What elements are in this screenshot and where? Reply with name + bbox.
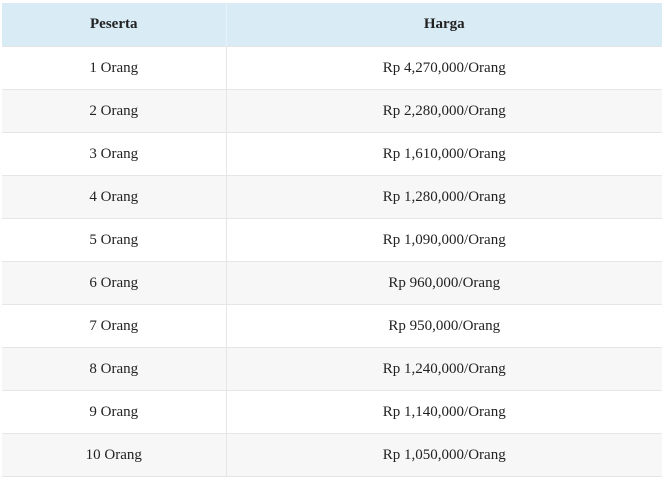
price-per-person: Rp 1,050,000/Orang — [226, 433, 662, 477]
table-row: 6 Orang Rp 960,000/Orang — [2, 261, 662, 305]
participant-count: 5 Orang — [2, 218, 227, 262]
table-row: 5 Orang Rp 1,090,000/Orang — [2, 218, 662, 262]
header-peserta: Peserta — [2, 3, 227, 47]
table-row: 7 Orang Rp 950,000/Orang — [2, 304, 662, 348]
table-row: 3 Orang Rp 1,610,000/Orang — [2, 132, 662, 176]
price-per-person: Rp 1,610,000/Orang — [226, 132, 662, 176]
price-per-person: Rp 1,280,000/Orang — [226, 175, 662, 219]
table-row: 4 Orang Rp 1,280,000/Orang — [2, 175, 662, 219]
price-per-person: Rp 1,240,000/Orang — [226, 347, 662, 391]
price-per-person: Rp 950,000/Orang — [226, 304, 662, 348]
price-per-person: Rp 1,140,000/Orang — [226, 390, 662, 434]
participant-count: 8 Orang — [2, 347, 227, 391]
table-row: 10 Orang Rp 1,050,000/Orang — [2, 433, 662, 477]
participant-count: 6 Orang — [2, 261, 227, 305]
table-row: 8 Orang Rp 1,240,000/Orang — [2, 347, 662, 391]
participant-count: 4 Orang — [2, 175, 227, 219]
price-per-person: Rp 960,000/Orang — [226, 261, 662, 305]
participant-count: 1 Orang — [2, 46, 227, 90]
participant-count: 7 Orang — [2, 304, 227, 348]
price-per-person: Rp 1,090,000/Orang — [226, 218, 662, 262]
header-harga: Harga — [226, 3, 662, 47]
table-row: 2 Orang Rp 2,280,000/Orang — [2, 89, 662, 133]
table-body: 1 Orang Rp 4,270,000/Orang 2 Orang Rp 2,… — [2, 46, 662, 477]
participant-count: 3 Orang — [2, 132, 227, 176]
price-table: Peserta Harga 1 Orang Rp 4,270,000/Orang… — [2, 3, 662, 477]
participant-count: 9 Orang — [2, 390, 227, 434]
price-per-person: Rp 2,280,000/Orang — [226, 89, 662, 133]
table-row: 1 Orang Rp 4,270,000/Orang — [2, 46, 662, 90]
participant-count: 2 Orang — [2, 89, 227, 133]
table-header: Peserta Harga — [2, 3, 662, 47]
table-row: 9 Orang Rp 1,140,000/Orang — [2, 390, 662, 434]
price-per-person: Rp 4,270,000/Orang — [226, 46, 662, 90]
participant-count: 10 Orang — [2, 433, 227, 477]
header-row: Peserta Harga — [2, 3, 662, 47]
